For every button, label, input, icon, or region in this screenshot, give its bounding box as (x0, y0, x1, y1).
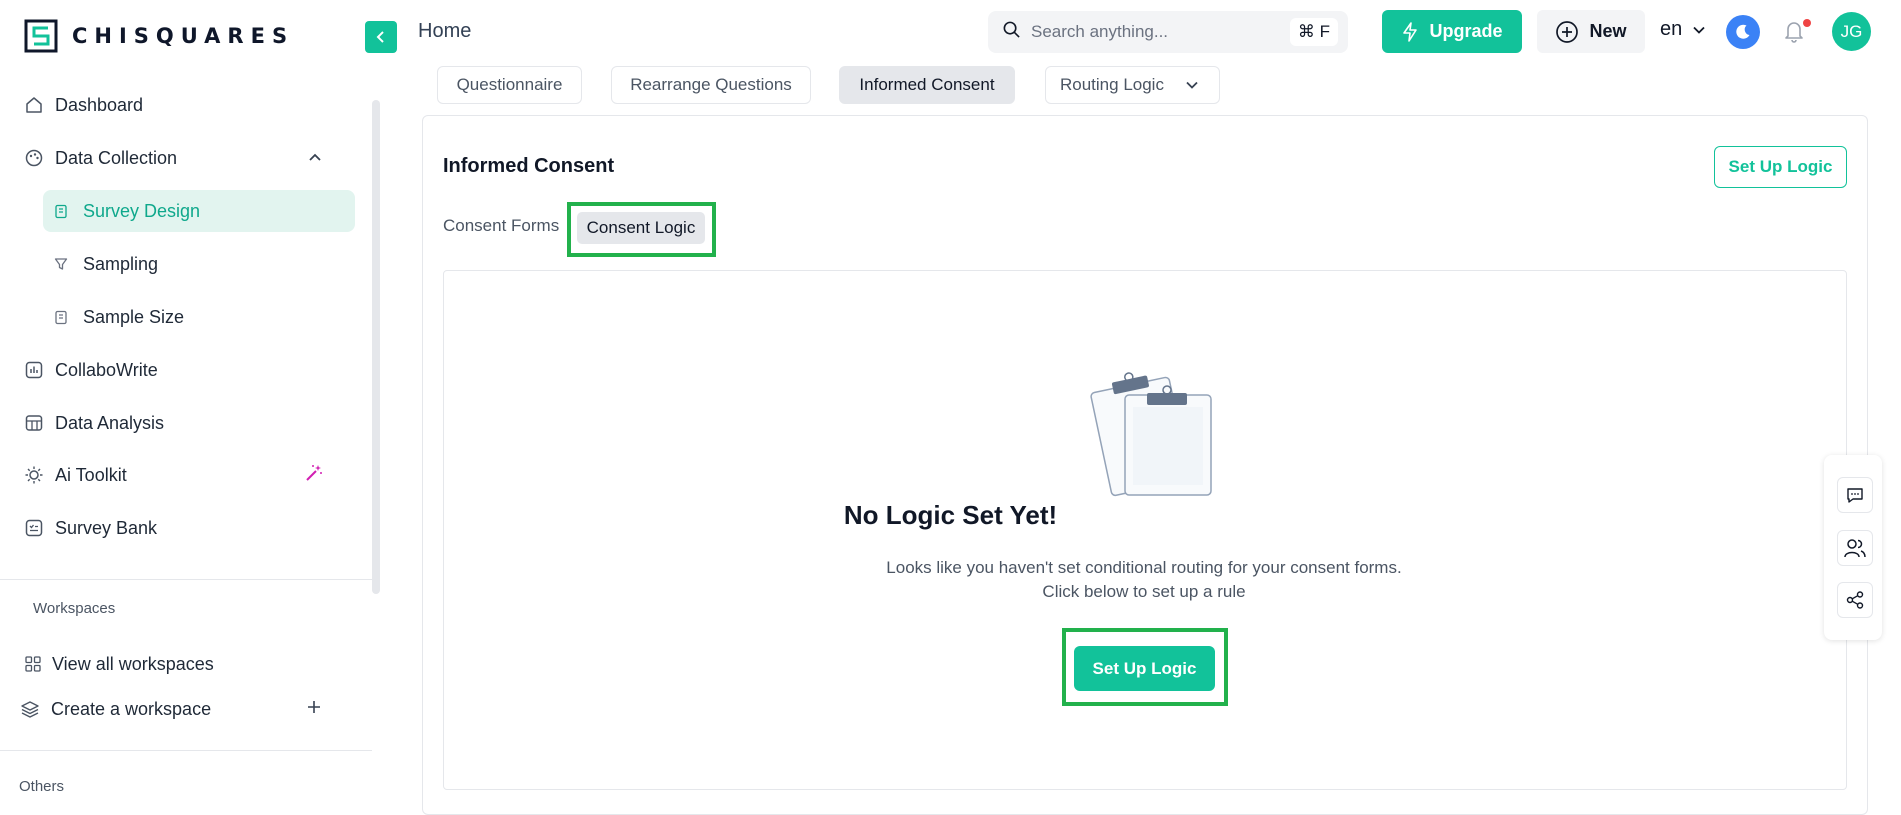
search-icon (1002, 20, 1021, 44)
moon-icon (1736, 24, 1750, 39)
empty-state-title: No Logic Set Yet! (843, 500, 1058, 530)
sidebar-item-data-collection[interactable]: Data Collection (24, 137, 352, 179)
chevron-down-icon (1692, 23, 1706, 37)
tab-questionnaire[interactable]: Questionnaire (437, 66, 582, 104)
clipboard-icon (53, 309, 69, 325)
view-all-workspaces[interactable]: View all workspaces (24, 643, 352, 685)
floating-action-rail (1824, 455, 1882, 640)
chevron-left-icon (376, 31, 384, 43)
sidebar-item-sampling[interactable]: Sampling (43, 243, 355, 285)
view-all-workspaces-label: View all workspaces (52, 653, 214, 674)
collaborators-button[interactable] (1837, 530, 1873, 566)
clipboards-illustration (1075, 365, 1215, 510)
lightning-icon (1401, 21, 1419, 42)
sidebar-item-label: CollaboWrite (55, 359, 158, 380)
language-selector[interactable]: en (1660, 18, 1706, 41)
avatar[interactable]: JG (1832, 12, 1871, 51)
search-input[interactable]: Search anything... (1031, 22, 1168, 42)
sidebar-item-collabowrite[interactable]: CollaboWrite (24, 349, 352, 391)
notifications-button[interactable] (1783, 19, 1805, 48)
sun-gear-icon (24, 465, 44, 485)
new-button[interactable]: New (1537, 10, 1645, 53)
sidebar: CHISQUARES Dashboard Data Collection Sur… (0, 0, 384, 802)
set-up-logic-button[interactable]: Set Up Logic (1074, 646, 1215, 691)
subtab-consent-logic[interactable]: Consent Logic (577, 212, 705, 244)
tab-routing-logic-label: Routing Logic (1060, 75, 1164, 94)
brand-name: CHISQUARES (72, 24, 295, 48)
tab-rearrange-questions[interactable]: Rearrange Questions (611, 66, 811, 104)
sidebar-item-label: Sample Size (83, 306, 185, 327)
magic-wand-icon (304, 463, 324, 488)
home-icon (24, 95, 44, 115)
new-label: New (1589, 21, 1627, 41)
share-button[interactable] (1837, 582, 1873, 618)
clipboard-icon (53, 203, 69, 219)
sidebar-item-label: Sampling (83, 253, 159, 274)
set-up-logic-button-header[interactable]: Set Up Logic (1714, 146, 1847, 188)
layers-icon (20, 699, 40, 719)
filter-icon (53, 256, 69, 272)
sidebar-item-data-analysis[interactable]: Data Analysis (24, 402, 352, 444)
sidebar-item-label: Data Collection (55, 147, 178, 168)
upgrade-button[interactable]: Upgrade (1382, 10, 1522, 53)
create-workspace-label: Create a workspace (51, 698, 212, 719)
bell-icon (1785, 22, 1803, 43)
chevron-up-icon[interactable] (308, 148, 322, 169)
upgrade-label: Upgrade (1429, 21, 1503, 41)
share-icon (1846, 591, 1864, 609)
grid-icon (24, 654, 42, 674)
tab-routing-logic[interactable]: Routing Logic (1045, 66, 1220, 104)
empty-state-line-2: Click below to set up a rule (1042, 582, 1246, 601)
sidebar-item-dashboard[interactable]: Dashboard (24, 84, 352, 126)
page-title: Home (418, 20, 472, 42)
subtab-consent-forms[interactable]: Consent Forms (443, 216, 559, 236)
chisquares-logo-icon (24, 19, 58, 53)
plus-circle-icon (1555, 20, 1579, 44)
sidebar-item-survey-design[interactable]: Survey Design (43, 190, 355, 232)
brand-logo[interactable]: CHISQUARES (24, 19, 294, 53)
language-value: en (1660, 18, 1683, 40)
sidebar-item-label: Ai Toolkit (55, 464, 127, 485)
search-shortcut: ⌘ F (1289, 18, 1338, 46)
notification-badge (1803, 19, 1811, 27)
users-icon (1844, 539, 1866, 558)
others-heading: Others (19, 778, 65, 795)
tab-informed-consent[interactable]: Informed Consent (839, 66, 1015, 104)
empty-state-description: Looks like you haven't set conditional r… (0, 556, 1901, 604)
chart-box-icon (24, 360, 44, 380)
search-bar[interactable]: Search anything... ⌘ F (988, 11, 1348, 53)
collapse-sidebar-button[interactable] (365, 21, 397, 53)
palette-icon (24, 148, 44, 168)
sidebar-divider (0, 750, 372, 751)
sidebar-item-sample-size[interactable]: Sample Size (43, 296, 355, 338)
empty-state-line-1: Looks like you haven't set conditional r… (886, 558, 1402, 577)
sidebar-item-label: Dashboard (55, 94, 144, 115)
theme-toggle[interactable] (1726, 15, 1760, 49)
chevron-down-icon (1184, 77, 1200, 93)
sidebar-item-label: Survey Design (83, 200, 201, 221)
plus-icon[interactable] (306, 699, 322, 720)
sidebar-item-label: Data Analysis (55, 412, 165, 433)
create-workspace[interactable]: Create a workspace (20, 688, 348, 730)
table-icon (24, 413, 44, 433)
sidebar-item-ai-toolkit[interactable]: Ai Toolkit (24, 454, 352, 496)
comment-button[interactable] (1837, 477, 1873, 513)
chat-icon (1847, 488, 1863, 503)
card-title: Informed Consent (443, 155, 615, 177)
